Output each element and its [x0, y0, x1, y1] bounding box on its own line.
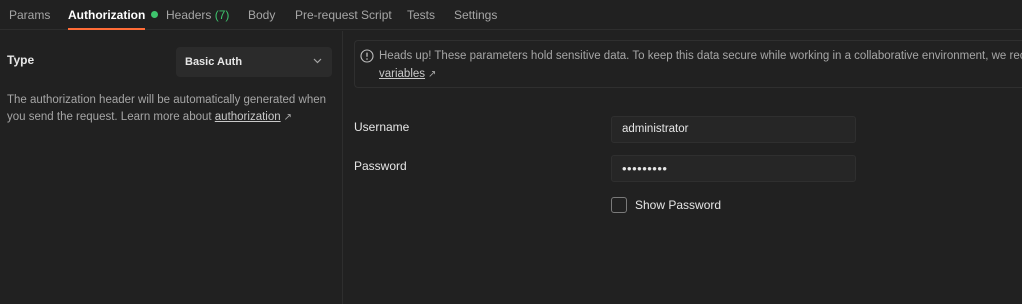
- request-tabs: Params Authorization Headers (7) Body Pr…: [0, 0, 1022, 30]
- info-icon: [360, 49, 374, 63]
- password-label: Password: [354, 159, 407, 173]
- tab-authorization[interactable]: Authorization: [68, 0, 159, 30]
- variables-link[interactable]: variables: [379, 68, 425, 80]
- tab-tests[interactable]: Tests: [407, 0, 435, 30]
- chevron-down-icon: [313, 58, 322, 64]
- notice-link-row: variables ↗: [379, 68, 436, 80]
- authorization-docs-link[interactable]: authorization: [215, 111, 281, 123]
- auth-type-select[interactable]: Basic Auth: [176, 47, 332, 77]
- headers-count: (7): [214, 8, 230, 22]
- username-label: Username: [354, 120, 410, 134]
- auth-type-pane: Type Basic Auth The authorization header…: [0, 31, 343, 304]
- external-link-icon: ↗: [283, 112, 293, 123]
- tab-headers-label: Headers: [166, 8, 212, 22]
- show-password-checkbox[interactable]: [611, 197, 627, 213]
- tab-body[interactable]: Body: [248, 0, 275, 30]
- tab-authorization-label: Authorization: [68, 8, 146, 22]
- auth-type-value: Basic Auth: [185, 56, 243, 68]
- auth-type-label: Type: [7, 53, 35, 67]
- username-input[interactable]: administrator: [611, 116, 856, 143]
- tab-headers[interactable]: Headers (7): [166, 0, 229, 30]
- sensitive-data-notice: Heads up! These parameters hold sensitiv…: [354, 40, 1022, 88]
- active-status-dot: [151, 11, 159, 18]
- notice-text: Heads up! These parameters hold sensitiv…: [379, 50, 1022, 62]
- show-password-label[interactable]: Show Password: [635, 198, 721, 212]
- password-input[interactable]: •••••••••: [611, 155, 856, 182]
- auth-description: The authorization header will be automat…: [7, 92, 332, 126]
- external-link-icon: ↗: [428, 69, 437, 80]
- tab-params[interactable]: Params: [9, 0, 50, 30]
- tab-pre-request-script[interactable]: Pre-request Script: [295, 0, 392, 30]
- tab-settings[interactable]: Settings: [454, 0, 497, 30]
- auth-params-pane: Heads up! These parameters hold sensitiv…: [344, 31, 1022, 304]
